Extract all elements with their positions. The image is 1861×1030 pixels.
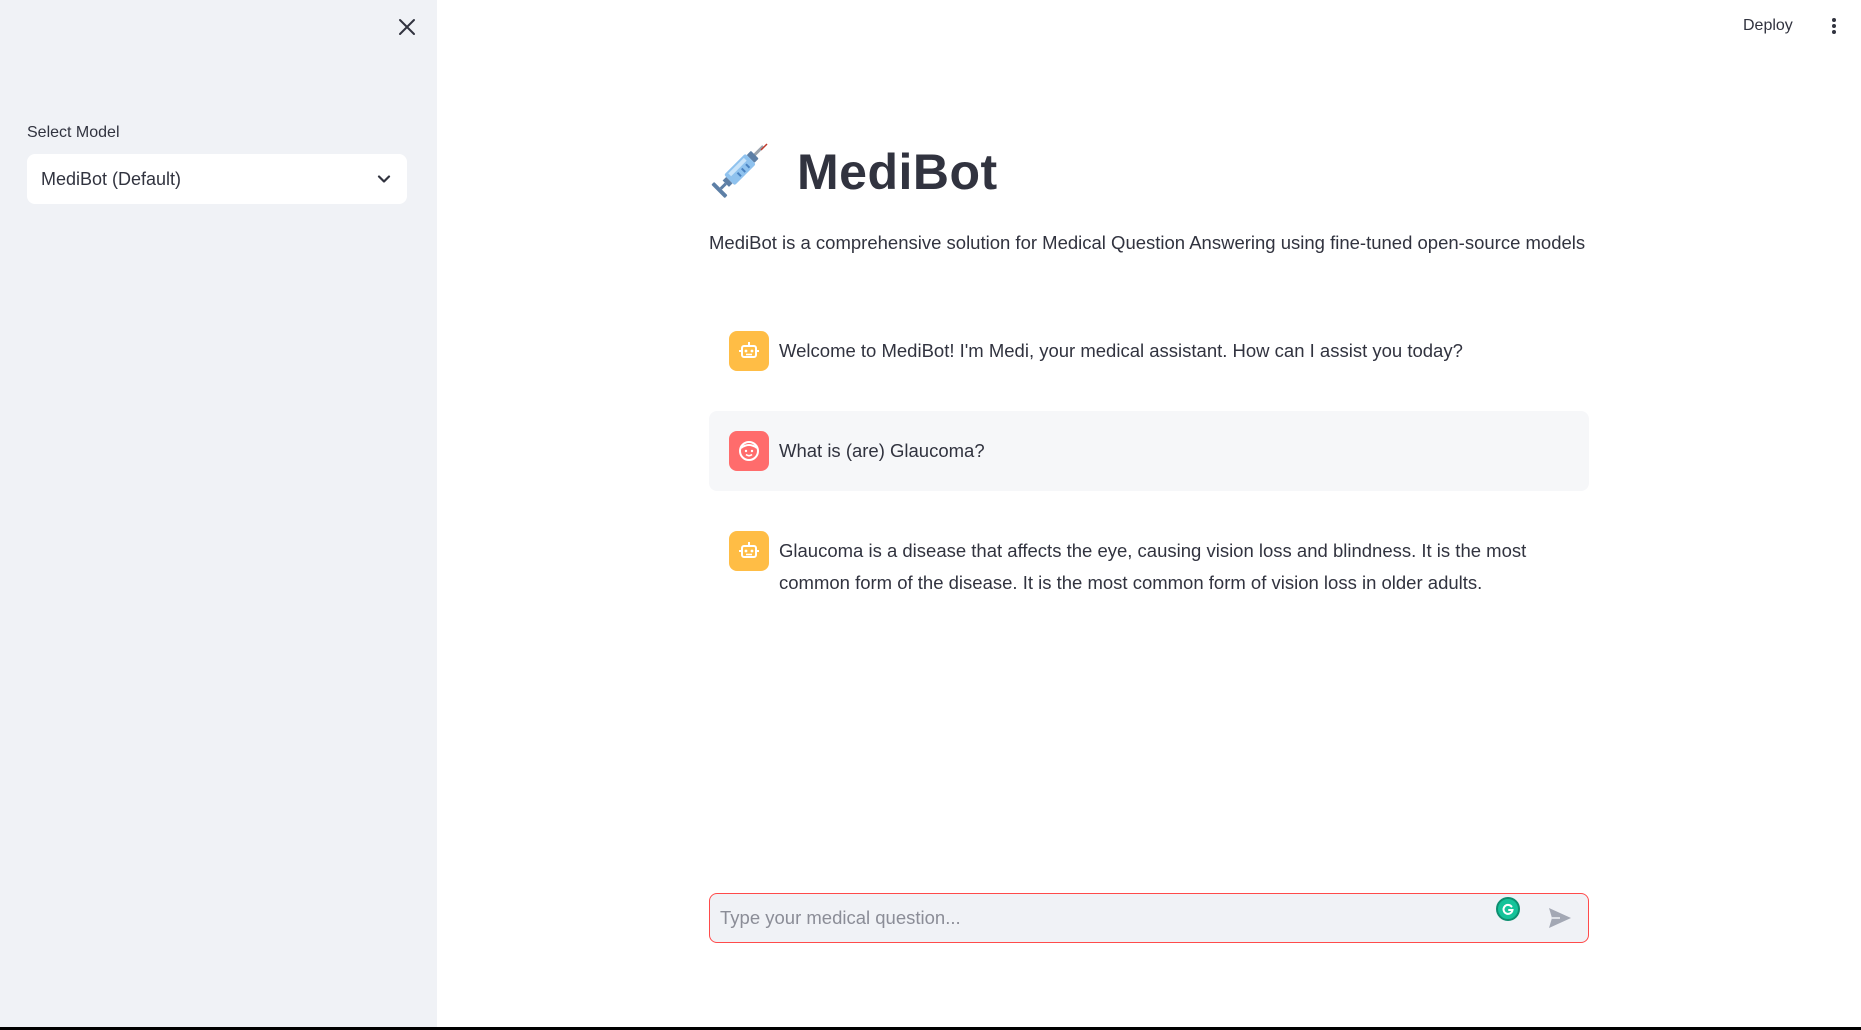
app-root: Select Model MediBot (Default) Deploy Me… [0, 0, 1861, 1030]
robot-icon [729, 531, 769, 571]
deploy-button[interactable]: Deploy [1735, 10, 1801, 42]
close-sidebar-button[interactable] [395, 15, 419, 39]
chat-input[interactable] [720, 894, 1534, 942]
syringe-icon [711, 143, 768, 198]
model-select-value: MediBot (Default) [41, 168, 182, 189]
chat-message-text: Welcome to MediBot! I'm Medi, your medic… [779, 340, 1463, 361]
page-title: MediBot [797, 144, 998, 200]
chat-message-text: Glaucoma is a disease that affects the e… [779, 540, 1527, 593]
title-row: MediBot [709, 140, 998, 204]
more-vertical-icon [1832, 18, 1836, 34]
chevron-down-icon [375, 170, 393, 188]
select-model-label: Select Model [27, 124, 120, 141]
grammarly-icon[interactable] [1496, 897, 1520, 921]
smiley-face-icon [729, 431, 769, 471]
main-menu-button[interactable] [1820, 12, 1848, 40]
chat-input-container [709, 893, 1589, 943]
close-icon [399, 19, 415, 35]
chat-message-text: What is (are) Glaucoma? [779, 440, 985, 461]
model-select[interactable]: MediBot (Default) [27, 154, 407, 204]
chat-message-assistant: Welcome to MediBot! I'm Medi, your medic… [709, 311, 1589, 391]
sidebar: Select Model MediBot (Default) [0, 0, 437, 1027]
send-button[interactable] [1542, 900, 1578, 936]
chat-message-user: What is (are) Glaucoma? [709, 411, 1589, 491]
send-icon [1549, 908, 1571, 928]
robot-icon [729, 331, 769, 371]
page-description: MediBot is a comprehensive solution for … [709, 232, 1586, 253]
chat-message-assistant: Glaucoma is a disease that affects the e… [709, 511, 1589, 619]
